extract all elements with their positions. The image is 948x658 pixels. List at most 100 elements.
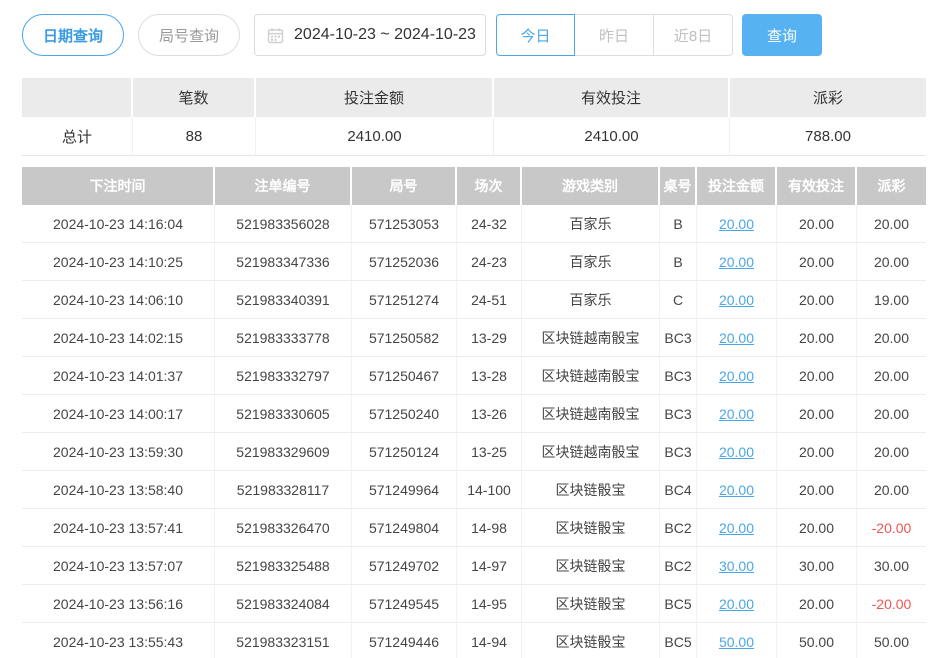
table-cell: 13-26 (457, 395, 522, 433)
table-cell: 571249446 (352, 623, 457, 658)
column-header: 局号 (352, 167, 457, 205)
table-row: 2024-10-23 13:57:41521983326470571249804… (22, 509, 926, 547)
round-query-button[interactable]: 局号查询 (138, 14, 240, 56)
table-cell: 24-51 (457, 281, 522, 319)
table-cell: 571249545 (352, 585, 457, 623)
table-cell: 区块链越南骰宝 (522, 357, 660, 395)
column-header: 下注时间 (22, 167, 215, 205)
table-cell: BC2 (660, 509, 697, 547)
bet-amount-link[interactable]: 20.00 (719, 330, 754, 346)
table-cell: 571250240 (352, 395, 457, 433)
bet-amount-link[interactable]: 20.00 (719, 292, 754, 308)
table-cell: 区块链骰宝 (522, 471, 660, 509)
table-cell: 13-29 (457, 319, 522, 357)
table-cell: 2024-10-23 14:06:10 (22, 281, 215, 319)
table-cell: 14-95 (457, 585, 522, 623)
column-header: 桌号 (660, 167, 697, 205)
table-row: 2024-10-23 14:16:04521983356028571253053… (22, 205, 926, 243)
table-cell: 2024-10-23 13:55:43 (22, 623, 215, 658)
table-row: 2024-10-23 14:10:25521983347336571252036… (22, 243, 926, 281)
table-cell: 20.00 (777, 471, 857, 509)
table-body: 2024-10-23 14:16:04521983356028571253053… (22, 205, 926, 658)
table-cell: 521983329609 (215, 433, 352, 471)
table-cell: 571251274 (352, 281, 457, 319)
table-cell: 20.00 (777, 433, 857, 471)
table-cell: 571249804 (352, 509, 457, 547)
bet-amount-link[interactable]: 20.00 (719, 406, 754, 422)
table-cell: 区块链骰宝 (522, 585, 660, 623)
table-cell: 521983347336 (215, 243, 352, 281)
table-cell: BC3 (660, 395, 697, 433)
table-cell: 521983340391 (215, 281, 352, 319)
column-header: 场次 (457, 167, 522, 205)
table-row: 2024-10-23 14:06:10521983340391571251274… (22, 281, 926, 319)
table-cell: 区块链骰宝 (522, 509, 660, 547)
table-cell: 24-32 (457, 205, 522, 243)
bet-amount-link[interactable]: 20.00 (719, 216, 754, 232)
bet-amount-link[interactable]: 20.00 (719, 520, 754, 536)
date-query-button[interactable]: 日期查询 (22, 14, 124, 56)
summary-bet-amount-value: 2410.00 (256, 117, 494, 156)
table-cell: 571250124 (352, 433, 457, 471)
table-cell: 14-97 (457, 547, 522, 585)
summary-count-value: 88 (133, 117, 256, 156)
table-cell: 20.00 (697, 243, 777, 281)
table-row: 2024-10-23 14:00:17521983330605571250240… (22, 395, 926, 433)
table-row: 2024-10-23 13:57:07521983325488571249702… (22, 547, 926, 585)
table-cell: BC5 (660, 623, 697, 658)
table-cell: BC3 (660, 357, 697, 395)
calendar-icon (267, 27, 284, 44)
table-cell: 571253053 (352, 205, 457, 243)
yesterday-button[interactable]: 昨日 (575, 14, 654, 56)
summary-total-row: 总计 88 2410.00 2410.00 788.00 (22, 117, 926, 156)
table-cell: -20.00 (857, 509, 926, 547)
table-cell: 百家乐 (522, 205, 660, 243)
table-cell: 20.00 (777, 319, 857, 357)
table-cell: BC3 (660, 319, 697, 357)
table-cell: 19.00 (857, 281, 926, 319)
column-header: 派彩 (857, 167, 926, 205)
table-cell: 2024-10-23 13:56:16 (22, 585, 215, 623)
column-header: 投注金额 (697, 167, 777, 205)
table-cell: 20.00 (697, 585, 777, 623)
table-cell: 571252036 (352, 243, 457, 281)
table-cell: 20.00 (857, 471, 926, 509)
table-cell: 521983328117 (215, 471, 352, 509)
bet-amount-link[interactable]: 20.00 (719, 596, 754, 612)
table-cell: 521983325488 (215, 547, 352, 585)
bet-amount-link[interactable]: 20.00 (719, 368, 754, 384)
table-cell: 区块链越南骰宝 (522, 395, 660, 433)
table-cell: 区块链越南骰宝 (522, 433, 660, 471)
table-cell: 2024-10-23 14:01:37 (22, 357, 215, 395)
table-cell: 571250582 (352, 319, 457, 357)
column-header: 游戏类别 (522, 167, 660, 205)
table-cell: 20.00 (697, 357, 777, 395)
summary-header-valid-bet: 有效投注 (494, 78, 730, 117)
summary-header-bet-amount: 投注金额 (256, 78, 494, 117)
table-cell: -20.00 (857, 585, 926, 623)
summary-valid-bet-value: 2410.00 (494, 117, 730, 156)
summary-payout-value: 788.00 (730, 117, 926, 156)
bet-amount-link[interactable]: 20.00 (719, 254, 754, 270)
table-cell: 571249964 (352, 471, 457, 509)
table-cell: 20.00 (777, 395, 857, 433)
table-cell: 13-28 (457, 357, 522, 395)
query-button[interactable]: 查询 (742, 14, 822, 56)
table-cell: 20.00 (857, 433, 926, 471)
table-row: 2024-10-23 14:02:15521983333778571250582… (22, 319, 926, 357)
bet-amount-link[interactable]: 50.00 (719, 634, 754, 650)
bet-amount-link[interactable]: 20.00 (719, 482, 754, 498)
today-button[interactable]: 今日 (496, 14, 575, 56)
bet-amount-link[interactable]: 30.00 (719, 558, 754, 574)
table-row: 2024-10-23 14:01:37521983332797571250467… (22, 357, 926, 395)
table-cell: BC3 (660, 433, 697, 471)
table-cell: 13-25 (457, 433, 522, 471)
table-cell: 20.00 (857, 319, 926, 357)
date-range-value: 2024-10-23 ~ 2024-10-23 (294, 26, 476, 44)
table-cell: 2024-10-23 14:00:17 (22, 395, 215, 433)
bet-amount-link[interactable]: 20.00 (719, 444, 754, 460)
date-range-input[interactable]: 2024-10-23 ~ 2024-10-23 (254, 14, 486, 56)
table-cell: C (660, 281, 697, 319)
table-header-row: 下注时间注单编号局号场次游戏类别桌号投注金额有效投注派彩 (22, 167, 926, 205)
last8days-button[interactable]: 近8日 (654, 14, 733, 56)
